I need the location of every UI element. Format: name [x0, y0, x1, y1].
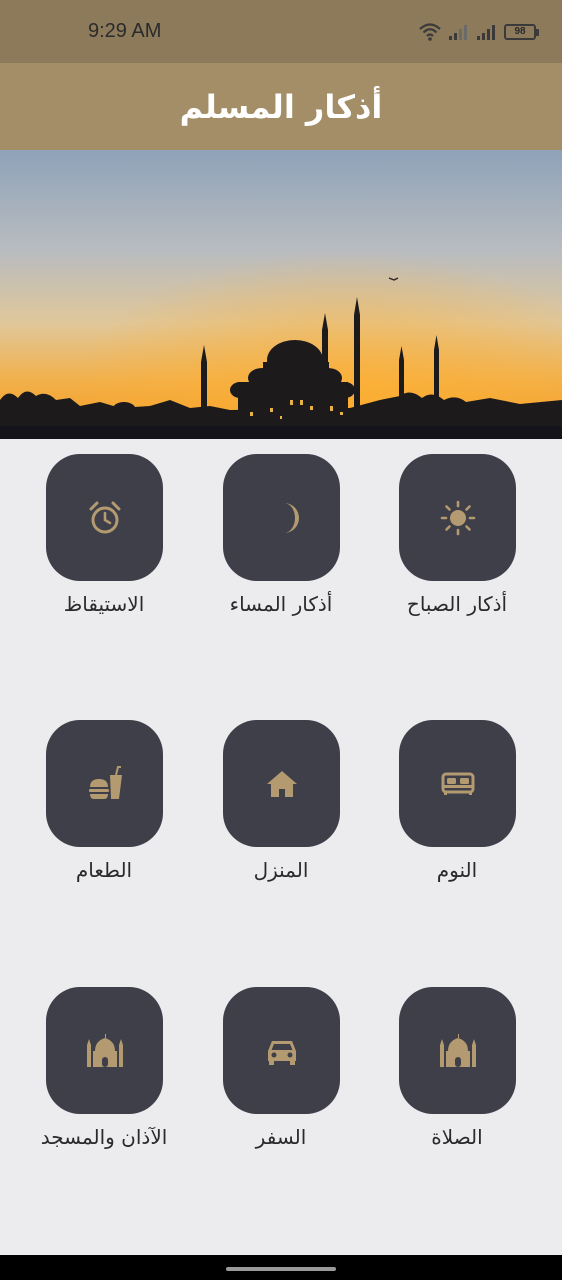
- tile-prayer[interactable]: الصلاة: [362, 987, 552, 1187]
- tile-home[interactable]: المنزل: [186, 720, 376, 920]
- tile-waking-up-button[interactable]: [46, 454, 163, 581]
- car-icon: [267, 1040, 296, 1065]
- app-title: أذكار المسلم: [179, 87, 383, 126]
- tile-home-label: المنزل: [253, 858, 309, 882]
- tile-morning-azkar-label: أذكار الصباح: [406, 592, 508, 616]
- tile-evening-azkar[interactable]: أذكار المساء: [186, 454, 376, 654]
- hero-image: [0, 150, 562, 439]
- app-bar: أذكار المسلم: [0, 63, 562, 150]
- tile-prayer-label: الصلاة: [431, 1125, 483, 1149]
- tile-waking-up-label: الاستيقاظ: [63, 592, 145, 616]
- bed-icon: [441, 772, 474, 795]
- tile-home-button[interactable]: [223, 720, 340, 847]
- tile-sleep[interactable]: النوم: [362, 720, 552, 920]
- status-time: 9:29 AM: [88, 20, 162, 42]
- tile-evening-azkar-button[interactable]: [223, 454, 340, 581]
- status-icons: 98: [418, 20, 539, 44]
- home-gesture-handle[interactable]: [226, 1267, 336, 1271]
- sun-icon: [440, 500, 475, 535]
- tile-travel-button[interactable]: [223, 987, 340, 1114]
- tile-morning-azkar-button[interactable]: [399, 454, 516, 581]
- tile-sleep-button[interactable]: [399, 720, 516, 847]
- tile-sleep-label: النوم: [436, 858, 478, 882]
- tile-food-button[interactable]: [46, 720, 163, 847]
- tile-prayer-button[interactable]: [399, 987, 516, 1114]
- status-bar: 9:29 AM 98: [0, 0, 562, 63]
- tile-evening-azkar-label: أذكار المساء: [229, 592, 333, 616]
- food-icon: [88, 765, 122, 799]
- tile-adhan-mosque-button[interactable]: [46, 987, 163, 1114]
- signal-icon: [477, 25, 495, 40]
- tile-adhan-mosque-label: الآذان والمسجد: [40, 1125, 168, 1149]
- battery-icon: 98: [504, 24, 539, 40]
- system-nav-bar: [0, 1255, 562, 1280]
- tile-travel-label: السفر: [255, 1125, 307, 1149]
- moon-icon: [283, 502, 299, 533]
- home-icon: [266, 770, 297, 797]
- tile-food[interactable]: الطعام: [9, 720, 199, 920]
- mosque-icon: [86, 1033, 123, 1067]
- azkar-grid: أذكار الصباح أذكار المساء الاستيقاظ النو…: [0, 439, 562, 1255]
- tile-travel[interactable]: السفر: [186, 987, 376, 1187]
- signal-icon: [449, 25, 467, 40]
- tile-adhan-mosque[interactable]: الآذان والمسجد: [9, 987, 199, 1187]
- tile-food-label: الطعام: [75, 858, 133, 882]
- mosque-icon: [439, 1033, 476, 1067]
- alarm-clock-icon: [89, 501, 120, 533]
- tile-morning-azkar[interactable]: أذكار الصباح: [362, 454, 552, 654]
- wifi-icon: [419, 23, 441, 41]
- tile-waking-up[interactable]: الاستيقاظ: [9, 454, 199, 654]
